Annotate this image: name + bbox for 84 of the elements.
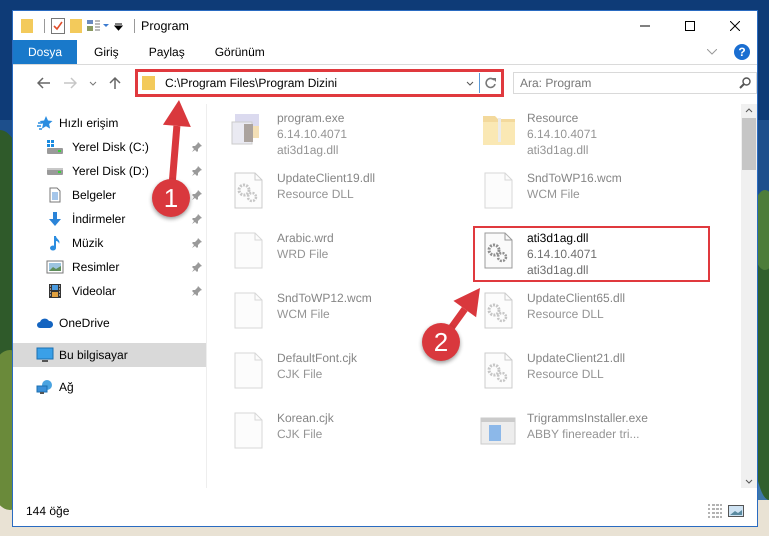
nav-item[interactable]: OneDrive	[13, 311, 206, 335]
file-detail: CJK File	[277, 366, 324, 382]
file-detail: WCM File	[527, 186, 581, 202]
scroll-down-icon[interactable]	[745, 479, 753, 484]
file-name: SndToWP16.wcm	[527, 170, 622, 186]
file-tile[interactable]: ati3d1ag.dll 6.14.10.4071 ati3d1ag.dll	[473, 226, 710, 282]
search-icon	[739, 77, 751, 89]
file-tile[interactable]: TrigrammsInstaller.exe ABBY finereader tri...	[473, 406, 654, 462]
nav-item[interactable]: Resimler	[13, 255, 206, 279]
file-name: Resource	[527, 110, 580, 126]
file-detail: WRD File	[277, 246, 330, 262]
refresh-icon	[484, 77, 496, 89]
maximize-icon	[684, 20, 694, 30]
network-icon	[35, 379, 55, 395]
scrollbar-thumb[interactable]	[742, 118, 756, 170]
file-menu-tab[interactable]: Dosya	[13, 40, 78, 64]
help-button[interactable]: ?	[734, 44, 750, 60]
nav-item[interactable]: Videolar	[13, 279, 206, 303]
step-badge: 1	[152, 179, 190, 217]
file-tile[interactable]: UpdateClient19.dll Resource DLL	[223, 166, 382, 222]
folder-icon	[142, 75, 155, 91]
file-detail: 6.14.10.4071	[527, 246, 598, 262]
file-name: TrigrammsInstaller.exe	[527, 410, 648, 426]
pictures-icon	[45, 259, 65, 275]
file-detail: ati3d1ag.dll	[527, 142, 590, 158]
scrollbar[interactable]	[741, 104, 757, 488]
file-tile[interactable]: SndToWP16.wcm WCM File	[473, 166, 628, 222]
dropdown-icon[interactable]	[114, 20, 123, 30]
ribbon-tab[interactable]: Giriş	[81, 40, 132, 64]
nav-item[interactable]: Ağ	[13, 375, 206, 399]
file-tile[interactable]: Arabic.wrd WRD File	[223, 226, 340, 282]
file-tile[interactable]: UpdateClient21.dll Resource DLL	[473, 346, 632, 402]
file-name: UpdateClient19.dll	[277, 170, 376, 186]
up-button[interactable]	[109, 76, 121, 90]
file-name: SndToWP12.wcm	[277, 290, 372, 306]
file-name: UpdateClient21.dll	[527, 350, 626, 366]
file-name: Korean.cjk	[277, 410, 334, 426]
nav-item[interactable]: Müzik	[13, 231, 206, 255]
drive-icon	[45, 166, 65, 176]
ribbon-tab[interactable]: Paylaş	[136, 40, 198, 64]
star-icon	[35, 115, 55, 131]
nav-item[interactable]: Yerel Disk (C:)	[13, 135, 206, 159]
file-tile[interactable]: Resource 6.14.10.4071 ati3d1ag.dll	[473, 106, 604, 162]
recent-locations-button[interactable]	[89, 80, 97, 86]
file-detail: 6.14.10.4071	[527, 126, 598, 142]
system-drive-icon	[45, 139, 65, 155]
details-view-button[interactable]	[707, 504, 723, 518]
large-icons-view-button[interactable]	[728, 504, 744, 518]
file-tile[interactable]: program.exe 6.14.10.4071 ati3d1ag.dll	[223, 106, 354, 162]
file-tile[interactable]: Korean.cjk CJK File	[223, 406, 340, 462]
nav-item[interactable]: Hızlı erişim	[13, 111, 206, 135]
file-name: ati3d1ag.dll	[527, 230, 590, 246]
window-title: Program	[141, 18, 190, 32]
nav-item[interactable]: Bu bilgisayar	[13, 343, 206, 367]
file-name: DefaultFont.cjk	[277, 350, 358, 366]
close-icon	[730, 20, 740, 30]
file-detail: CJK File	[277, 426, 324, 442]
address-bar[interactable]: C:\Program Files\Program Dizini	[135, 69, 504, 97]
file-detail: ABBY finereader tri...	[527, 426, 640, 442]
file-detail: Resource DLL	[277, 186, 355, 202]
cloud-icon	[35, 316, 55, 330]
checklist-icon[interactable]	[51, 18, 65, 34]
properties-icon[interactable]	[87, 18, 109, 32]
file-tile[interactable]: DefaultFont.cjk CJK File	[223, 346, 364, 402]
file-tile[interactable]: SndToWP12.wcm WCM File	[223, 286, 378, 342]
file-detail: Resource DLL	[527, 306, 605, 322]
scroll-up-icon[interactable]	[745, 108, 753, 113]
ribbon-tab[interactable]: Görünüm	[202, 40, 278, 64]
file-detail: WCM File	[277, 306, 331, 322]
file-detail: ati3d1ag.dll	[277, 142, 340, 158]
file-detail: ati3d1ag.dll	[527, 262, 590, 278]
step-badge: 2	[422, 323, 460, 361]
file-name: Arabic.wrd	[277, 230, 334, 246]
file-name: program.exe	[277, 110, 346, 126]
file-tile[interactable]: UpdateClient65.dll Resource DLL	[473, 286, 632, 342]
arrow	[448, 288, 480, 332]
file-detail: Resource DLL	[527, 366, 605, 382]
computer-icon	[35, 347, 55, 363]
back-button[interactable]	[37, 77, 51, 89]
expand-ribbon-icon[interactable]	[707, 49, 717, 55]
file-detail: 6.14.10.4071	[277, 126, 348, 142]
search-field[interactable]: Ara: Program	[513, 72, 757, 94]
file-name: UpdateClient65.dll	[527, 290, 626, 306]
item-count: 144 öğe	[26, 504, 70, 518]
